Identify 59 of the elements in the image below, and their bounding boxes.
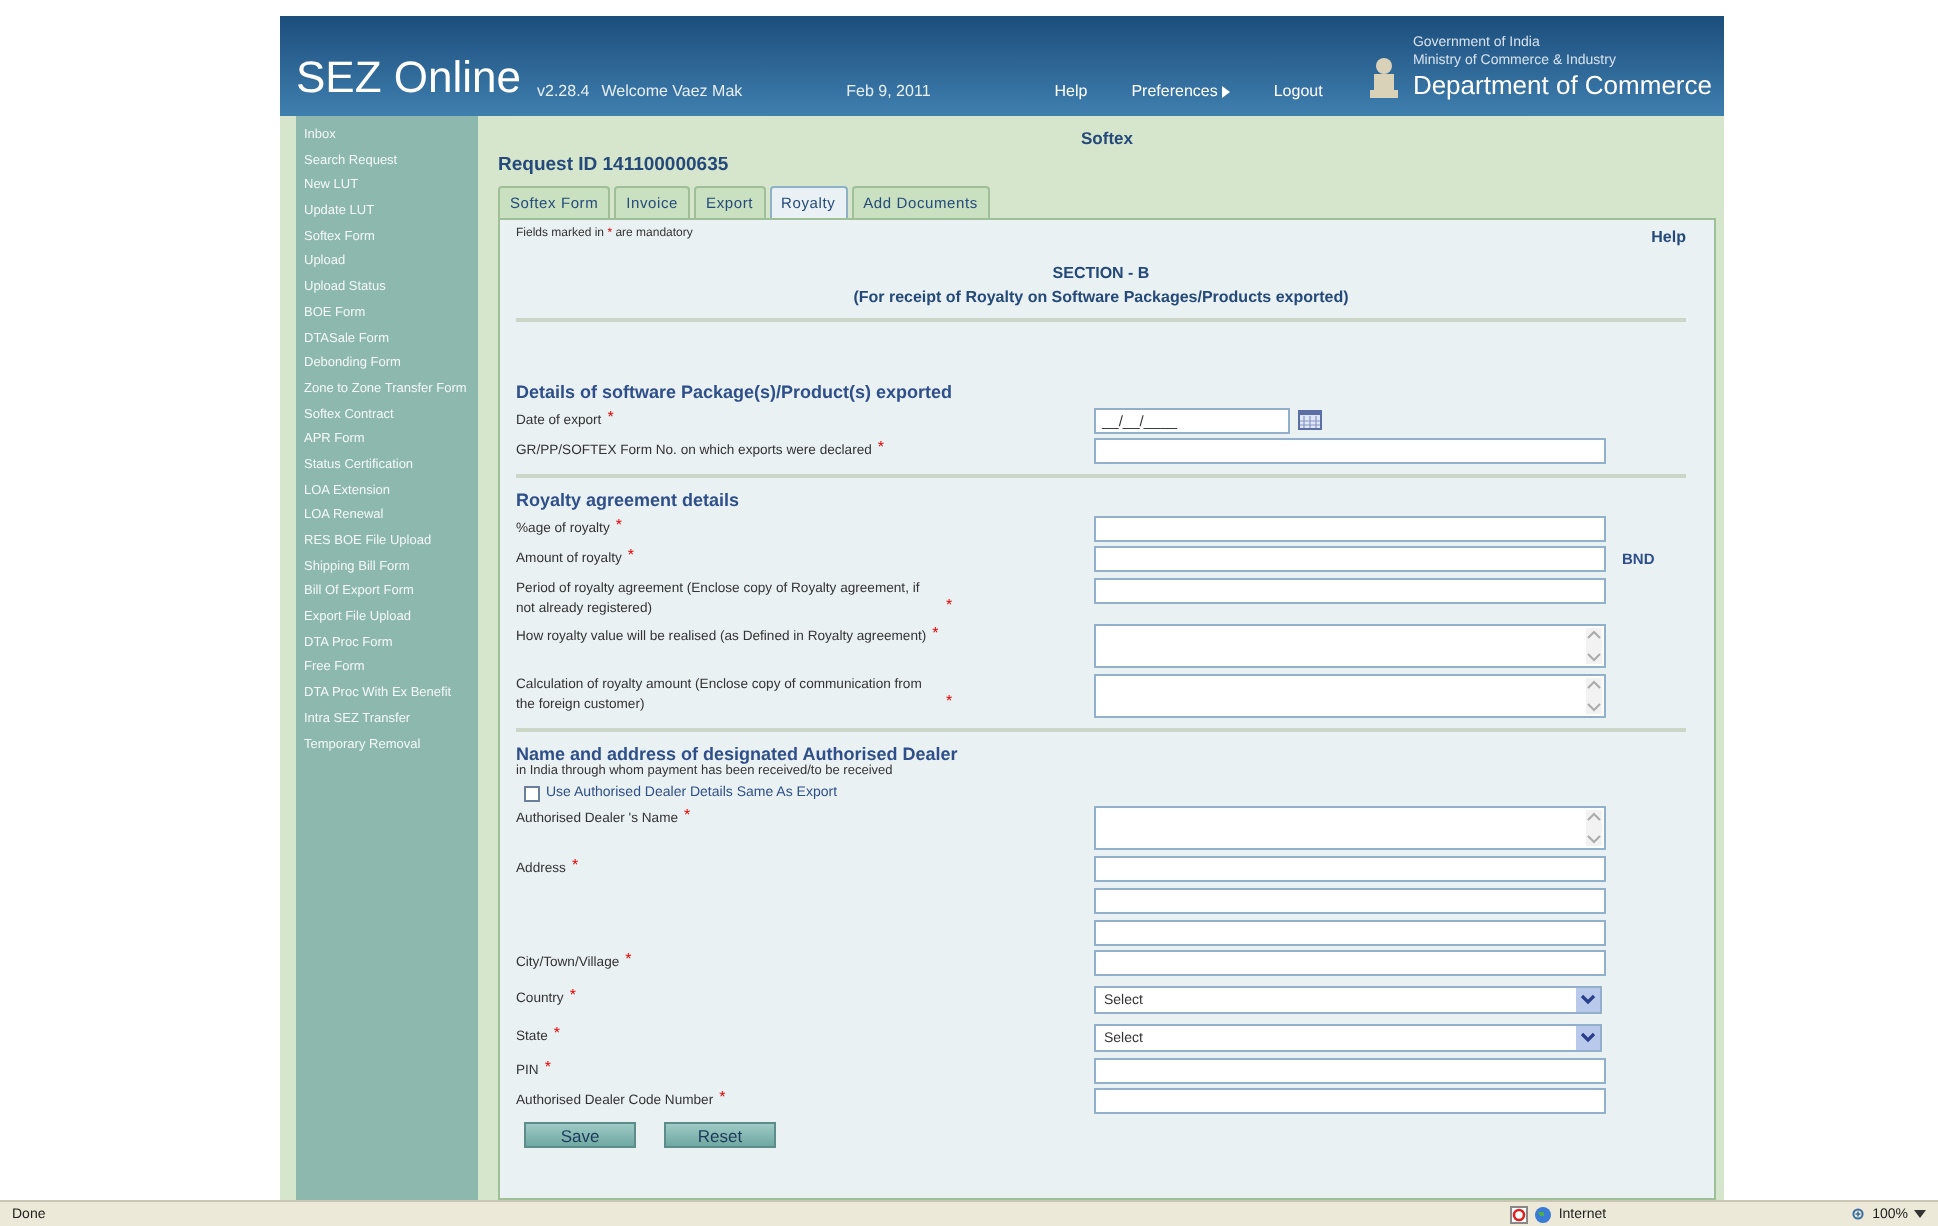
required-mark: * [719, 1090, 726, 1106]
header-link[interactable]: Help [1054, 82, 1088, 100]
form-button[interactable]: Reset [664, 1122, 776, 1148]
scroll-up-icon[interactable] [1586, 810, 1602, 822]
text-field[interactable] [1094, 1088, 1606, 1114]
required-mark: * [946, 693, 953, 709]
section-title: Name and address of designated Authorised Dealer [516, 743, 960, 763]
header-link[interactable]: Logout [1273, 82, 1323, 100]
org-name: Department of Commerce [1412, 70, 1712, 100]
help-link[interactable]: Help [1651, 228, 1686, 246]
text-field[interactable] [1094, 546, 1606, 572]
caret-icon[interactable] [1221, 85, 1230, 97]
text-field[interactable] [1094, 919, 1606, 945]
page-title: Softex [1079, 128, 1135, 148]
text-field[interactable] [1094, 950, 1606, 976]
date-label: Feb 9, 2011 [846, 82, 931, 100]
zoom-icon[interactable] [1852, 1207, 1867, 1221]
scroll-down-icon[interactable] [1586, 652, 1602, 664]
app-logo: SEZ Online [296, 56, 521, 100]
welcome-text: Welcome Vaez Mak [601, 82, 743, 100]
required-mark: * [932, 626, 939, 642]
text-area[interactable] [1094, 673, 1606, 717]
required-mark: * [544, 1059, 551, 1075]
scroll-up-icon[interactable] [1586, 677, 1602, 689]
text-field[interactable] [1094, 515, 1606, 541]
required-mark: * [615, 517, 622, 533]
globe-icon [1534, 1205, 1553, 1223]
checkbox[interactable] [524, 785, 540, 801]
text-area[interactable] [1094, 806, 1606, 850]
preferences-menu[interactable]: Preferences [1131, 82, 1230, 100]
scroll-down-icon[interactable] [1586, 701, 1602, 713]
required-mark: * [627, 548, 635, 564]
required-mark: * [946, 597, 953, 613]
blocked-icon [1510, 1205, 1529, 1223]
text-field[interactable] [1094, 855, 1606, 881]
section-heading: SECTION - B [1050, 262, 1152, 286]
form-button[interactable]: Save [524, 1122, 636, 1148]
required-mark: * [684, 808, 691, 824]
request-id: Request ID 141100000635 [498, 154, 731, 176]
version-label: v2.28.4 [537, 82, 590, 100]
section-subheading: (For receipt of Royalty on Software Packages/Products exported) [851, 286, 1351, 308]
text-area[interactable] [1094, 624, 1606, 668]
required-mark: * [571, 857, 579, 873]
section-title: Details of software Package(s)/Product(s) exported [516, 382, 955, 402]
text-field[interactable] [1094, 887, 1606, 913]
required-mark: * [553, 1026, 560, 1042]
required-mark: * [625, 952, 632, 968]
required-mark: * [607, 409, 614, 425]
calendar-icon[interactable] [1298, 410, 1322, 430]
scroll-down-icon[interactable] [1586, 834, 1602, 846]
text-field[interactable] [1094, 438, 1606, 464]
text-field[interactable] [1094, 577, 1606, 603]
text-field[interactable] [1094, 1057, 1606, 1083]
required-mark: * [877, 440, 885, 456]
emblem-icon [1368, 56, 1401, 100]
scroll-up-icon[interactable] [1586, 628, 1602, 640]
required-mark: * [569, 988, 576, 1004]
section-title: Royalty agreement details [516, 490, 742, 510]
dropdown-arrow-icon[interactable] [1914, 1210, 1926, 1218]
